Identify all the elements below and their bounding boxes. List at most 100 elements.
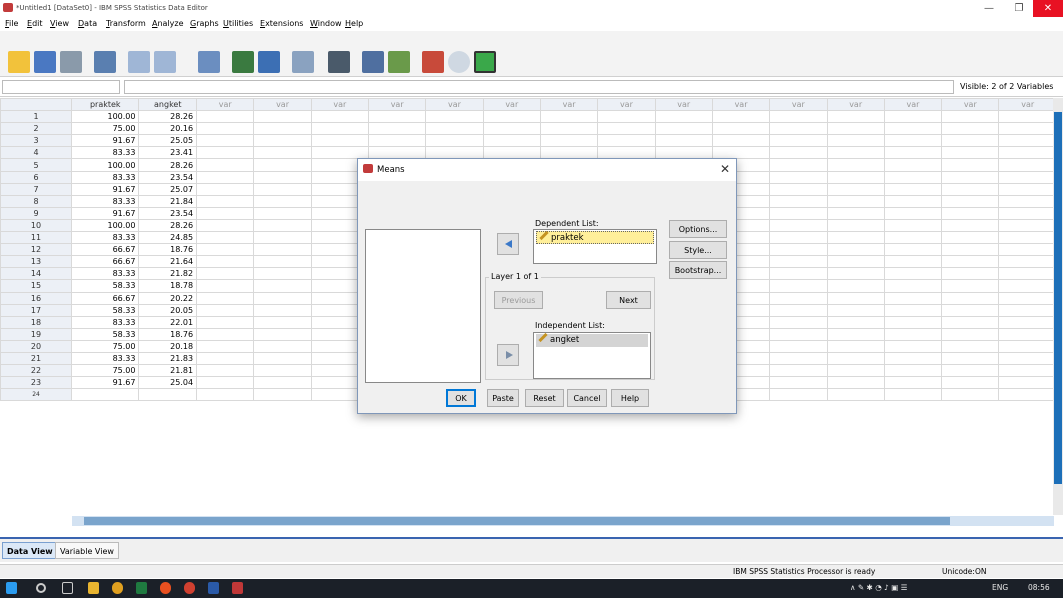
data-cell[interactable]: 83.33 (71, 315, 140, 329)
empty-cell[interactable] (253, 327, 312, 341)
empty-cell[interactable] (941, 327, 1000, 341)
empty-cell[interactable] (826, 315, 885, 329)
empty-cell[interactable] (883, 206, 943, 220)
menu-extensions[interactable]: Extensions (260, 19, 303, 28)
empty-cell[interactable] (883, 231, 943, 245)
empty-cell[interactable] (883, 388, 943, 402)
row-number[interactable]: 3 (0, 134, 73, 148)
data-cell[interactable]: 23.54 (138, 206, 198, 220)
cancel-button[interactable]: Cancel (567, 389, 607, 407)
empty-cell[interactable] (941, 122, 1000, 136)
empty-cell[interactable] (998, 351, 1057, 366)
data-cell[interactable]: 21.83 (138, 351, 198, 366)
data-cell[interactable]: 75.00 (71, 364, 140, 378)
empty-cell[interactable] (883, 267, 943, 281)
empty-cell[interactable] (998, 303, 1057, 317)
insert-variable-icon[interactable] (388, 51, 410, 73)
column-header-praktek[interactable]: praktek (71, 98, 140, 112)
empty-cell[interactable] (826, 255, 885, 269)
empty-cell[interactable] (998, 327, 1057, 341)
undo-icon[interactable] (128, 51, 150, 73)
empty-cell[interactable] (253, 364, 312, 378)
file-explorer-icon[interactable] (88, 582, 99, 594)
empty-cell[interactable] (998, 122, 1057, 136)
empty-cell[interactable] (998, 194, 1057, 208)
column-header-var[interactable]: var (826, 98, 885, 112)
empty-cell[interactable] (826, 339, 885, 353)
empty-cell[interactable] (196, 339, 255, 353)
empty-cell[interactable] (883, 122, 943, 136)
empty-cell[interactable] (769, 182, 828, 196)
search-icon[interactable] (36, 583, 46, 593)
menu-analyze[interactable]: Analyze (152, 19, 184, 28)
split-file-icon[interactable] (422, 51, 444, 73)
row-number[interactable]: 14 (0, 267, 73, 281)
empty-cell[interactable] (826, 303, 885, 317)
insert-cases-icon[interactable] (362, 51, 384, 73)
empty-cell[interactable] (482, 122, 541, 136)
empty-cell[interactable] (196, 170, 255, 184)
menu-window[interactable]: Window (310, 19, 342, 28)
empty-cell[interactable] (196, 243, 255, 257)
empty-cell[interactable] (539, 122, 599, 136)
empty-cell[interactable] (883, 194, 943, 208)
empty-cell[interactable] (253, 255, 312, 269)
empty-cell[interactable] (367, 134, 427, 148)
empty-cell[interactable] (654, 122, 713, 136)
chrome-icon[interactable] (112, 582, 123, 594)
print-icon[interactable] (60, 51, 82, 73)
empty-cell[interactable] (253, 351, 312, 366)
opera-icon[interactable] (160, 582, 171, 594)
data-cell[interactable]: 18.78 (138, 279, 198, 293)
empty-cell[interactable] (196, 303, 255, 317)
column-header-var[interactable]: var (711, 98, 771, 112)
data-cell[interactable]: 83.33 (71, 231, 140, 245)
empty-cell[interactable] (941, 351, 1000, 366)
empty-cell[interactable] (253, 231, 312, 245)
system-tray-icons[interactable]: ∧ ✎ ✱ ◔ ♪ ▣ ☰ (850, 583, 908, 592)
row-number[interactable]: 24 (0, 388, 73, 402)
column-header-var[interactable]: var (425, 98, 484, 112)
empty-cell[interactable] (826, 182, 885, 196)
empty-cell[interactable] (196, 182, 255, 196)
menu-utilities[interactable]: Utilities (223, 19, 253, 28)
empty-cell[interactable] (253, 158, 312, 172)
empty-cell[interactable] (310, 122, 370, 136)
empty-cell[interactable] (310, 134, 370, 148)
empty-cell[interactable] (826, 134, 885, 148)
row-number[interactable]: 19 (0, 327, 73, 341)
column-header-var[interactable]: var (654, 98, 713, 112)
empty-cell[interactable] (826, 279, 885, 293)
empty-cell[interactable] (654, 110, 713, 124)
row-number[interactable]: 4 (0, 146, 73, 160)
empty-cell[interactable] (826, 376, 885, 390)
empty-cell[interactable] (998, 339, 1057, 353)
close-window-button[interactable]: ✕ (1033, 0, 1063, 17)
data-cell[interactable]: 25.07 (138, 182, 198, 196)
run-descriptive-icon[interactable] (292, 51, 314, 73)
data-cell[interactable]: 20.16 (138, 122, 198, 136)
data-cell[interactable]: 100.00 (71, 110, 140, 124)
empty-cell[interactable] (597, 134, 656, 148)
row-number[interactable]: 12 (0, 243, 73, 257)
data-cell[interactable]: 91.67 (71, 376, 140, 390)
empty-cell[interactable] (998, 182, 1057, 196)
task-view-icon[interactable] (62, 582, 73, 594)
row-number[interactable]: 7 (0, 182, 73, 196)
empty-cell[interactable] (654, 134, 713, 148)
empty-cell[interactable] (196, 231, 255, 245)
empty-cell[interactable] (196, 194, 255, 208)
row-number[interactable]: 17 (0, 303, 73, 317)
empty-cell[interactable] (883, 327, 943, 341)
empty-cell[interactable] (826, 122, 885, 136)
empty-cell[interactable] (883, 376, 943, 390)
empty-cell[interactable] (826, 231, 885, 245)
chrome-alt-icon[interactable] (184, 582, 195, 594)
empty-cell[interactable] (253, 146, 312, 160)
empty-cell[interactable] (998, 231, 1057, 245)
empty-cell[interactable] (826, 327, 885, 341)
empty-cell[interactable] (941, 315, 1000, 329)
empty-cell[interactable] (941, 388, 1000, 402)
goto-case-icon[interactable] (198, 51, 220, 73)
data-cell[interactable]: 66.67 (71, 255, 140, 269)
